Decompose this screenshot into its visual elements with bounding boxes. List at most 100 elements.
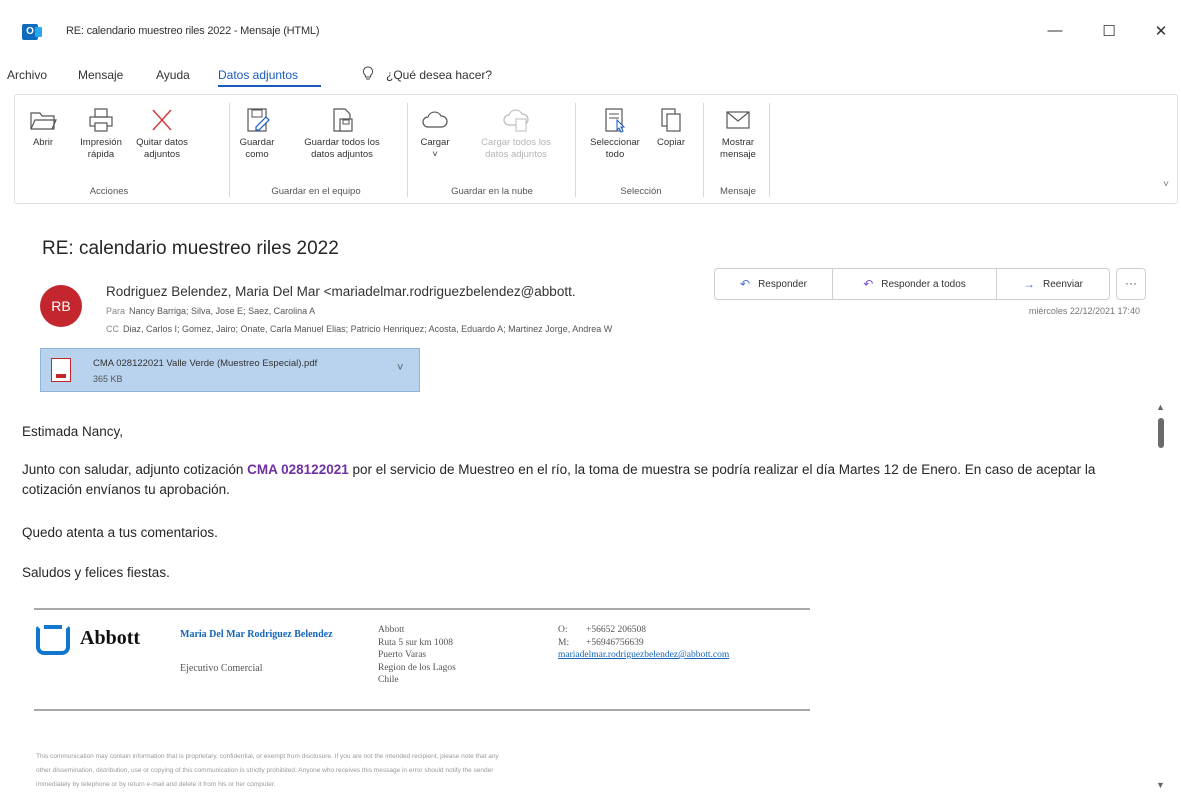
address-line: Puerto Varas xyxy=(378,650,427,660)
reply-actions: ↶ Responder ↶ Responder a todos → Reenviar xyxy=(714,268,1110,300)
attachment-name: CMA 028122021 Valle Verde (Muestreo Espe… xyxy=(93,358,318,369)
body-farewell: Saludos y felices fiestas. xyxy=(22,565,170,580)
signature-title: Ejecutivo Comercial xyxy=(180,663,263,674)
disclaimer-line: immediately by telephone or by return e-… xyxy=(36,781,276,788)
cloud-upload-all-icon xyxy=(503,109,529,132)
title-bar: O RE: calendario muestreo riles 2022 - M… xyxy=(0,0,1181,56)
ribbon-collapse-chevron-icon[interactable]: ˅ xyxy=(1163,179,1169,190)
office-label: O: xyxy=(558,625,568,635)
tab-ayuda[interactable]: Ayuda xyxy=(156,68,190,82)
group-label-acciones: Acciones xyxy=(89,186,129,197)
reply-all-arrow-icon: ↶ xyxy=(863,277,874,291)
body-text: Junto con saludar, adjunto cotización xyxy=(22,462,248,477)
body-greeting: Estimada Nancy, xyxy=(22,424,124,439)
remove-x-icon xyxy=(152,109,172,131)
abrir-button[interactable]: Abrir xyxy=(23,107,63,149)
ribbon: Abrir Impresión rápida Quitar datos adjunt… xyxy=(14,94,1178,204)
abbott-logo-mark-icon xyxy=(36,625,70,655)
group-label-mensaje: Mensaje xyxy=(720,186,756,197)
mostrar-mensaje-button[interactable]: Mostrar mensaje xyxy=(713,107,763,161)
cloud-icon xyxy=(422,111,448,128)
to-recipients: Para Nancy Barriga; Silva, Jose E; Saez, … xyxy=(106,306,315,316)
attachment-chip[interactable]: CMA 028122021 Valle Verde (Muestreo Espe… xyxy=(40,348,420,392)
legal-disclaimer: This communication may contain informati… xyxy=(36,750,776,792)
chevron-down-icon[interactable]: ˅ xyxy=(397,362,403,374)
tab-datos-adjuntos[interactable]: Datos adjuntos xyxy=(218,68,298,82)
signature-contact: O: +56652 206508 M: +56946756639 mariadelm… xyxy=(558,624,729,662)
disclaimer-line: This communication may contain informati… xyxy=(36,753,499,760)
disclaimer-line: other dissemination, distribution, use o… xyxy=(36,767,494,774)
group-label-guardar-equipo: Guardar en el equipo xyxy=(271,186,361,197)
sender-name[interactable]: Rodriguez Belendez, Maria Del Mar <maria… xyxy=(106,284,686,299)
reply-button[interactable]: ↶ Responder xyxy=(715,269,833,299)
cc-list[interactable]: Diaz, Carlos I; Gomez, Jairo; Onate, Car… xyxy=(123,324,612,334)
ribbon-separator xyxy=(703,103,704,197)
outlook-app-icon: O xyxy=(22,24,42,40)
tab-mensaje[interactable]: Mensaje xyxy=(78,68,123,82)
address-line: Ruta 5 sur km 1008 xyxy=(378,637,453,648)
minimize-button[interactable]: — xyxy=(1040,22,1070,39)
pdf-file-icon xyxy=(51,358,71,382)
printer-icon xyxy=(89,108,113,132)
group-label-guardar-nube: Guardar en la nube xyxy=(451,186,533,197)
envelope-icon xyxy=(726,111,750,129)
tell-me-search[interactable]: ¿Qué desea hacer? xyxy=(386,68,492,82)
scrollbar-thumb[interactable] xyxy=(1158,418,1164,448)
quitar-datos-adjuntos-button[interactable]: Quitar datos adjuntos xyxy=(133,107,191,161)
close-button[interactable]: ✕ xyxy=(1146,22,1176,40)
signature-email-link[interactable]: mariadelmar.rodriguezbelendez@abbott.com xyxy=(558,649,729,662)
office-phone: +56652 206508 xyxy=(586,625,646,635)
to-list[interactable]: Nancy Barriga; Silva, Jose E; Saez, Caro… xyxy=(129,306,315,316)
forward-button[interactable]: → Reenviar xyxy=(997,269,1109,299)
quote-code: CMA 028122021 xyxy=(247,462,349,477)
save-all-attachments-icon xyxy=(333,108,353,132)
to-label: Para xyxy=(106,306,126,316)
active-tab-indicator xyxy=(218,85,321,87)
body-paragraph: Junto con saludar, adjunto cotización CM… xyxy=(22,460,1142,500)
address-line: Region de los Lagos xyxy=(378,662,456,673)
copy-icon xyxy=(661,108,681,132)
guardar-todos-button[interactable]: Guardar todos los datos adjuntos xyxy=(287,107,397,161)
cc-label: CC xyxy=(106,324,119,334)
folder-open-icon xyxy=(30,112,57,130)
ribbon-separator xyxy=(407,103,408,197)
cargar-todos-button[interactable]: Cargar todos los datos adjuntos xyxy=(463,107,569,161)
abbott-logo: Abbott xyxy=(34,623,164,657)
impresion-rapida-button[interactable]: Impresión rápida xyxy=(73,107,129,161)
sent-date: miércoles 22/12/2021 17:40 xyxy=(1028,306,1140,316)
save-as-icon xyxy=(247,108,270,132)
guardar-como-button[interactable]: Guardar como xyxy=(235,107,279,161)
window-title: RE: calendario muestreo riles 2022 - Men… xyxy=(66,25,320,37)
vertical-scrollbar[interactable] xyxy=(1154,398,1168,797)
address-line: Abbott xyxy=(378,625,405,635)
group-label-seleccion: Selección xyxy=(620,186,662,197)
ribbon-separator xyxy=(769,103,770,197)
signature-name: Maria Del Mar Rodriguez Belendez xyxy=(180,629,333,640)
more-actions-button[interactable]: ··· xyxy=(1116,268,1146,300)
signature-address: Abbott Ruta 5 sur km 1008 Puerto Varas R… xyxy=(378,624,456,687)
mobile-label: M: xyxy=(558,637,570,648)
message-subject: RE: calendario muestreo riles 2022 xyxy=(42,238,339,259)
seleccionar-todo-button[interactable]: Seleccionar todo xyxy=(585,107,645,161)
copiar-button[interactable]: Copiar xyxy=(649,107,693,149)
signature-divider xyxy=(34,709,810,711)
scroll-up-arrow-icon[interactable]: ▲ xyxy=(1156,402,1165,412)
body-closing: Quedo atenta a tus comentarios. xyxy=(22,525,218,540)
address-line: Chile xyxy=(378,675,399,685)
mobile-phone: +56946756639 xyxy=(586,637,644,648)
forward-arrow-icon: → xyxy=(1022,277,1035,291)
menu-tabs: Archivo Mensaje Ayuda Datos adjuntos ¿Qu… xyxy=(0,64,1181,88)
ribbon-separator xyxy=(229,103,230,197)
scroll-down-arrow-icon[interactable]: ▼ xyxy=(1156,780,1165,790)
maximize-button[interactable]: ☐ xyxy=(1094,22,1124,40)
ribbon-separator xyxy=(575,103,576,197)
cargar-button[interactable]: Cargar ˅ xyxy=(415,107,455,161)
signature-divider xyxy=(34,608,810,610)
attachment-size: 365 KB xyxy=(93,374,123,384)
cc-recipients: CC Diaz, Carlos I; Gomez, Jairo; Onate, C… xyxy=(106,324,612,334)
reply-all-button[interactable]: ↶ Responder a todos xyxy=(833,269,997,299)
sender-avatar[interactable]: RB xyxy=(40,285,82,327)
reply-arrow-icon: ↶ xyxy=(740,277,751,291)
tab-archivo[interactable]: Archivo xyxy=(7,68,47,82)
abbott-logo-text: Abbott xyxy=(80,627,141,649)
